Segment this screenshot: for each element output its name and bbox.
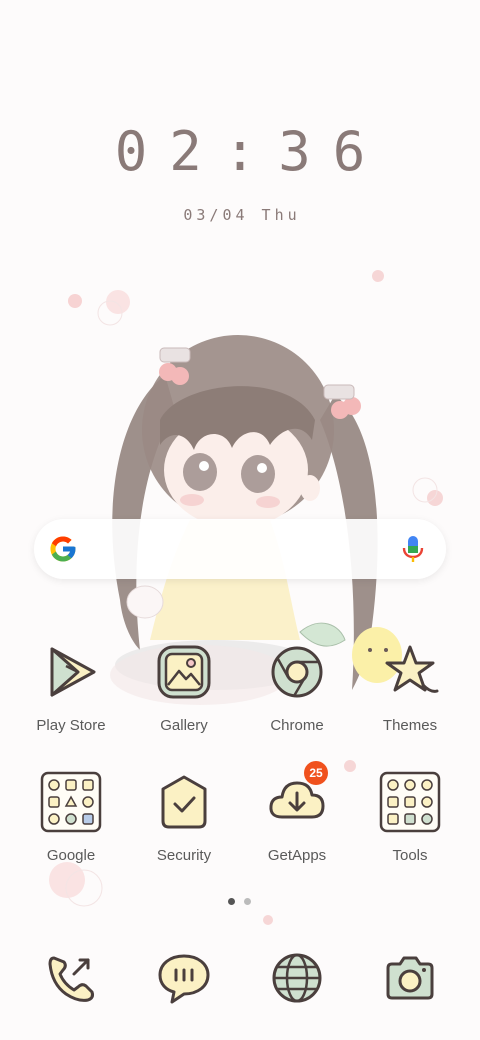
app-chrome[interactable]: Chrome (242, 641, 352, 734)
page-indicator (228, 898, 254, 906)
app-label: Tools (392, 847, 428, 864)
chrome-icon (271, 646, 323, 698)
app-label: Chrome (270, 717, 324, 734)
folder-google[interactable]: Google (16, 771, 126, 864)
page-dot-active (228, 898, 235, 905)
app-themes[interactable]: Themes (355, 641, 465, 734)
camera-icon[interactable] (382, 950, 438, 1006)
lockscreen-clock: 02:36 (114, 120, 388, 183)
google-folder-icon (40, 771, 102, 833)
phone-icon[interactable] (44, 950, 100, 1006)
tools-folder-icon (379, 771, 441, 833)
app-label: Google (46, 847, 96, 864)
page-dot (244, 898, 251, 905)
app-label: Gallery (160, 717, 208, 734)
lockscreen-date: 03/04 Thu (183, 206, 301, 224)
app-label: GetApps (267, 847, 327, 864)
security-icon (161, 775, 207, 829)
messages-icon[interactable] (156, 950, 212, 1006)
app-getapps[interactable]: 25 GetApps (242, 761, 352, 864)
google-search-bar[interactable] (34, 519, 446, 579)
app-play-store[interactable]: Play Store (16, 641, 126, 734)
app-label: Security (156, 847, 212, 864)
folder-tools[interactable]: Tools (355, 771, 465, 864)
google-g-icon (50, 536, 76, 562)
gallery-icon (157, 645, 211, 699)
app-label: Play Store (36, 717, 106, 734)
themes-icon (385, 645, 439, 693)
play-store-icon (50, 647, 96, 697)
app-security[interactable]: Security (129, 771, 239, 864)
app-gallery[interactable]: Gallery (129, 641, 239, 734)
app-label: Themes (382, 717, 438, 734)
microphone-icon[interactable] (402, 535, 424, 563)
browser-icon[interactable] (269, 950, 325, 1006)
notification-badge: 25 (304, 761, 328, 785)
